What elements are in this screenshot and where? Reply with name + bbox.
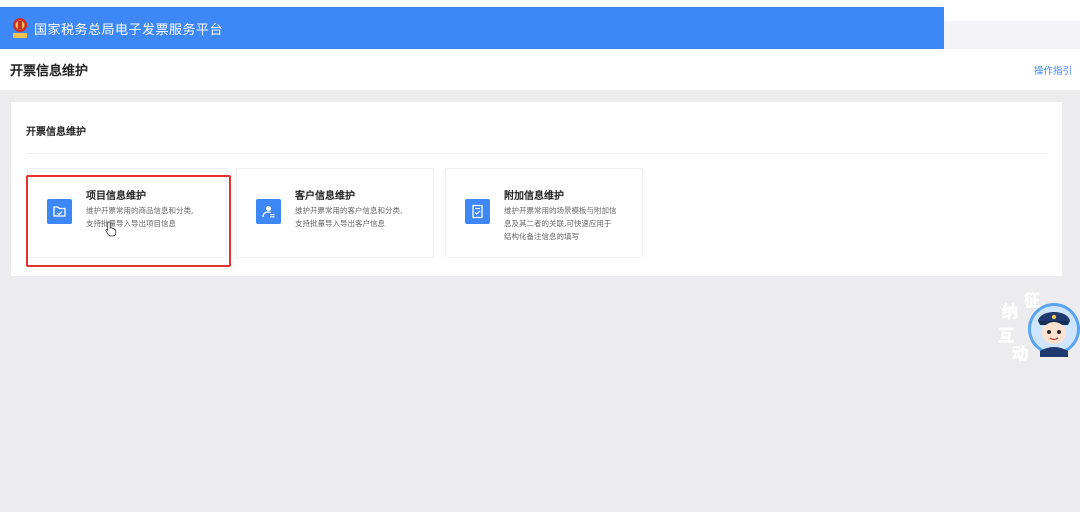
- folder-icon: [47, 199, 72, 224]
- page-header: 开票信息维护 操作指引: [0, 49, 1080, 90]
- main-panel: 开票信息维护 项目信息维护 维护开票常用的商品信息和分类, 支持批量导入导出项目…: [11, 102, 1062, 276]
- card-customer-info[interactable]: 客户信息维护 维护开票常用的客户信息和分类, 支持批量导入导出客户信息: [236, 168, 434, 258]
- guide-link[interactable]: 操作指引: [1034, 63, 1072, 77]
- top-strip: [0, 0, 1080, 7]
- header-user-area: [944, 7, 1080, 49]
- card-title: 附加信息维护: [504, 191, 564, 202]
- card-desc-line: 维护开票常用的客户信息和分类,: [295, 206, 403, 215]
- widget-char: 互: [998, 326, 1014, 345]
- hand-cursor-icon: [105, 221, 117, 237]
- card-title: 项目信息维护: [86, 191, 146, 202]
- card-desc-line: 结构化备注信息的填写: [504, 232, 579, 241]
- document-icon: [465, 199, 490, 224]
- widget-char: 征: [1024, 291, 1040, 310]
- card-title: 客户信息维护: [295, 191, 355, 202]
- interaction-assistant-widget[interactable]: 征 纳 互 动: [994, 287, 1080, 371]
- card-additional-info[interactable]: 附加信息维护 维护开票常用的场景模板与附加信 息及其二者的关联,可快速应用于 结…: [445, 168, 643, 258]
- card-desc-line: 息及其二者的关联,可快速应用于: [504, 219, 612, 228]
- section-title: 开票信息维护: [26, 127, 86, 138]
- card-item-info[interactable]: 项目信息维护 维护开票常用的商品信息和分类, 支持批量导入导出项目信息: [27, 168, 227, 258]
- contact-card-icon: [256, 199, 281, 224]
- card-desc-line: 维护开票常用的场景模板与附加信: [504, 206, 617, 215]
- widget-char: 动: [1012, 344, 1028, 363]
- app-header: 国家税务总局电子发票服务平台: [0, 7, 944, 49]
- card-desc: 维护开票常用的场景模板与附加信 息及其二者的关联,可快速应用于 结构化备注信息的…: [504, 204, 644, 243]
- page-title: 开票信息维护: [10, 64, 89, 79]
- divider: [26, 153, 1048, 154]
- widget-char: 纳: [1002, 302, 1018, 321]
- tax-emblem-icon: [10, 16, 30, 40]
- app-title: 国家税务总局电子发票服务平台: [34, 22, 224, 38]
- card-desc-line: 支持批量导入导出客户信息: [295, 219, 385, 228]
- card-desc: 维护开票常用的客户信息和分类, 支持批量导入导出客户信息: [295, 204, 435, 230]
- card-desc-line: 维护开票常用的商品信息和分类,: [86, 206, 194, 215]
